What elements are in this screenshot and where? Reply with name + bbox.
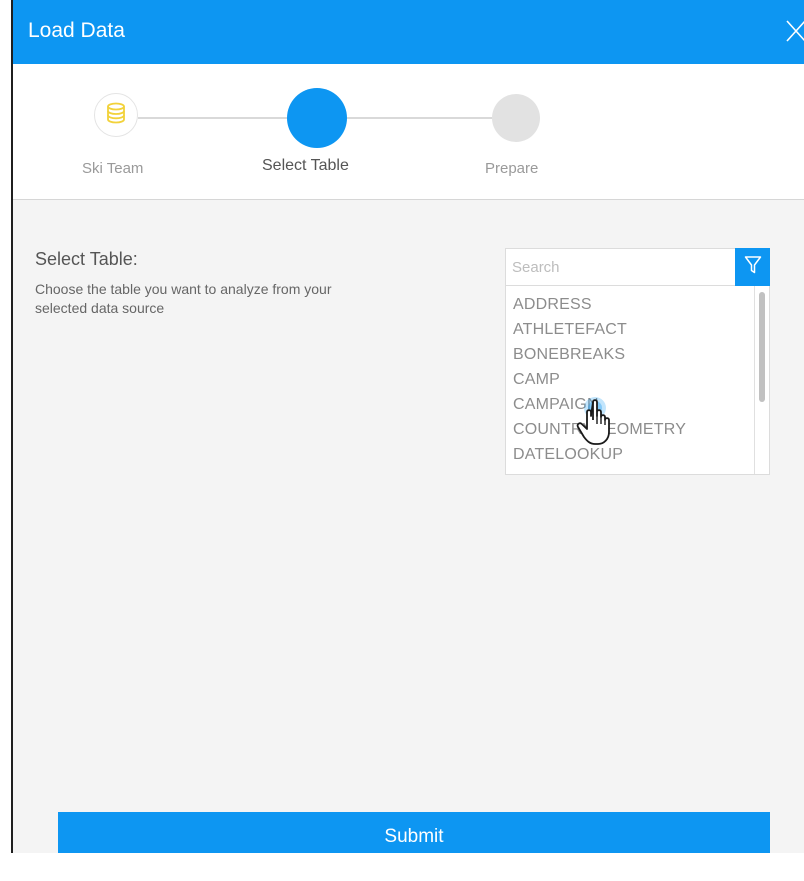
step-label-ski-team: Ski Team — [82, 160, 144, 177]
background-strip — [0, 853, 804, 881]
step-connector — [347, 117, 492, 119]
wizard-stepper: Ski Team Select Table Prepare — [13, 64, 804, 200]
scrollbar[interactable] — [754, 286, 769, 474]
table-search — [505, 248, 770, 286]
close-icon[interactable] — [784, 17, 804, 45]
list-item[interactable]: ATHLETEFACT — [513, 320, 627, 340]
database-icon — [106, 102, 126, 129]
search-input[interactable] — [506, 249, 734, 285]
section-heading: Select Table: — [35, 249, 138, 269]
section-description: Choose the table you want to analyze fro… — [35, 281, 332, 316]
hand-cursor-icon — [573, 390, 615, 448]
dialog-header: Load Data — [13, 0, 804, 64]
step-label-select-table: Select Table — [262, 157, 349, 174]
list-item[interactable]: ADDRESS — [513, 295, 592, 315]
step-select-table[interactable] — [287, 88, 347, 148]
list-item[interactable]: BONEBREAKS — [513, 345, 625, 365]
table-list[interactable]: ADDRESS ATHLETEFACT BONEBREAKS CAMP CAMP… — [505, 286, 770, 475]
dialog-title: Load Data — [28, 19, 125, 42]
filter-button[interactable] — [735, 248, 770, 286]
filter-icon — [744, 255, 762, 280]
list-item[interactable]: CAMP — [513, 370, 560, 390]
step-connector — [138, 117, 287, 119]
step-ski-team[interactable] — [94, 93, 138, 137]
step-label-prepare: Prepare — [485, 160, 539, 177]
scrollbar-thumb[interactable] — [759, 292, 765, 402]
step-prepare[interactable] — [492, 94, 540, 142]
